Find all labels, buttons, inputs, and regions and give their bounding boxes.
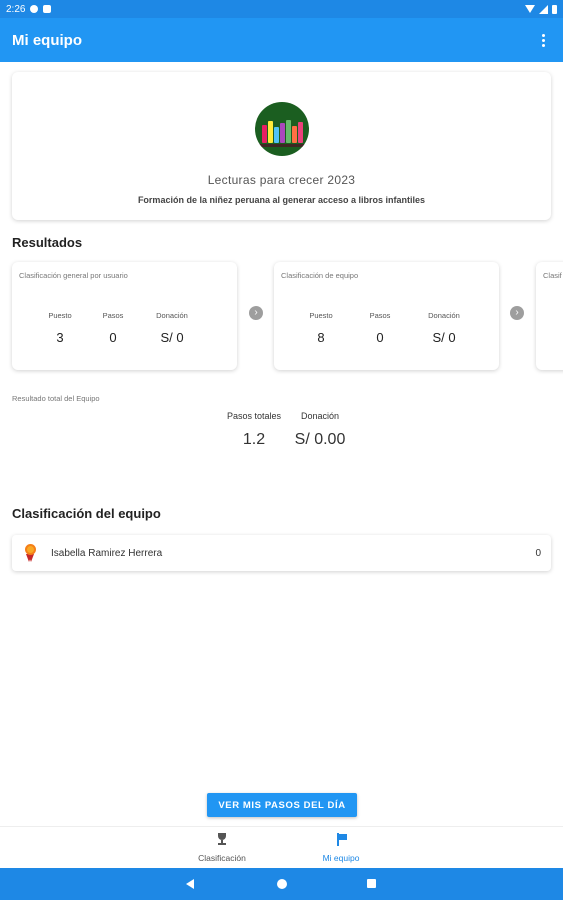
view-daily-steps-button[interactable]: VER MIS PASOS DEL DÍA — [207, 793, 357, 817]
campaign-card: Lecturas para crecer 2023 Formación de l… — [12, 72, 551, 220]
card-label: Clasif — [543, 271, 562, 280]
total-steps-value: 1.2 — [242, 431, 266, 448]
chevron-right-icon[interactable]: › — [510, 306, 524, 320]
stat-donation: Donación S/ 0 — [414, 311, 474, 345]
system-nav-bar — [0, 868, 563, 900]
bookshelf-logo — [255, 102, 309, 156]
total-steps-label: Pasos totales — [226, 411, 282, 421]
stat-value: 0 — [109, 330, 117, 345]
third-ranking-card[interactable]: Clasif — [536, 262, 563, 370]
stat-label: Pasos — [369, 311, 391, 320]
signal-icon — [539, 4, 548, 14]
status-bar: 2:26 — [0, 0, 563, 18]
card-label: Clasificación general por usuario — [19, 271, 128, 280]
stat-label: Puesto — [48, 311, 72, 320]
stat-rank: Puesto 8 — [291, 311, 351, 345]
stat-value: 0 — [376, 330, 384, 345]
member-steps: 0 — [535, 547, 541, 559]
storage-notification-icon — [43, 5, 52, 13]
stat-value: S/ 0 — [432, 330, 456, 345]
stat-value: 8 — [317, 330, 325, 345]
list-item[interactable]: Isabella Ramirez Herrera 0 — [12, 535, 551, 571]
campaign-subtitle: Formación de la niñez peruana al generar… — [137, 195, 426, 205]
team-ranking-title: Clasificación del equipo — [12, 506, 161, 521]
stat-label: Puesto — [309, 311, 333, 320]
stat-label: Donación — [156, 311, 188, 320]
total-donation-value: S/ 0.00 — [294, 431, 346, 448]
nav-item-clasificacion[interactable]: Clasificación — [162, 833, 282, 863]
stat-steps: Pasos 0 — [350, 311, 410, 345]
card-label: Clasificación de equipo — [281, 271, 359, 280]
member-name: Isabella Ramirez Herrera — [51, 547, 163, 559]
results-section-title: Resultados — [12, 235, 83, 250]
stat-value: S/ 0 — [160, 330, 184, 345]
stat-steps: Pasos 0 — [83, 311, 143, 345]
nav-item-mi-equipo[interactable]: Mi equipo — [281, 833, 401, 863]
medal-icon — [22, 544, 38, 562]
page-title: Mi equipo — [12, 31, 82, 49]
bottom-nav: Clasificación Mi equipo — [0, 826, 563, 868]
stat-donation: Donación S/ 0 — [142, 311, 202, 345]
stat-rank: Puesto 3 — [30, 311, 90, 345]
chevron-right-icon[interactable]: › — [249, 306, 263, 320]
status-time: 2:26 — [6, 3, 26, 15]
flag-icon — [335, 833, 347, 846]
home-icon[interactable] — [277, 879, 287, 889]
main-content: Lecturas para crecer 2023 Formación de l… — [0, 62, 563, 822]
team-total-label: Resultado total del Equipo — [12, 394, 100, 403]
nav-label: Clasificación — [198, 853, 246, 863]
stat-label: Donación — [428, 311, 460, 320]
recent-apps-icon[interactable] — [367, 879, 376, 888]
results-carousel[interactable]: Clasificación general por usuario Puesto… — [12, 262, 563, 372]
nav-label: Mi equipo — [322, 853, 360, 863]
user-ranking-card[interactable]: Clasificación general por usuario Puesto… — [12, 262, 237, 370]
more-vert-icon[interactable] — [535, 30, 551, 50]
total-donation-label: Donación — [300, 411, 340, 421]
message-notification-icon — [30, 5, 39, 13]
team-total-steps: Pasos totales 1.2 — [222, 411, 286, 449]
trophy-icon — [216, 833, 228, 846]
campaign-title: Lecturas para crecer 2023 — [207, 173, 356, 187]
stat-label: Pasos — [102, 311, 124, 320]
app-bar: Mi equipo — [0, 18, 563, 62]
team-total-donation: Donación S/ 0.00 — [288, 411, 352, 449]
wifi-icon — [525, 5, 535, 13]
stat-value: 3 — [56, 330, 64, 345]
back-icon[interactable] — [186, 879, 194, 889]
battery-icon — [552, 4, 557, 14]
team-ranking-card[interactable]: Clasificación de equipo Puesto 8 Pasos 0… — [274, 262, 499, 370]
